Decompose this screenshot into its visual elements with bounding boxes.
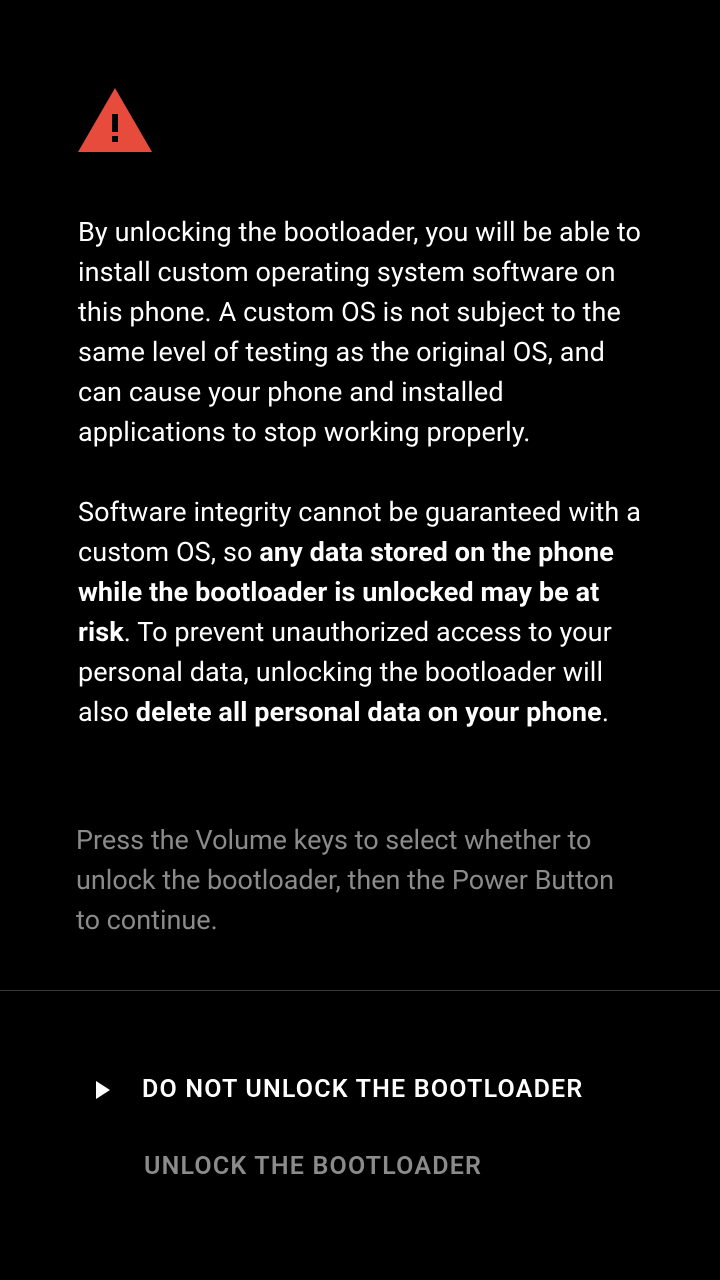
option-unlock-label: UNLOCK THE BOOTLOADER <box>144 1152 482 1181</box>
warning-paragraph-1: By unlocking the bootloader, you will be… <box>78 212 642 452</box>
warning-content: By unlocking the bootloader, you will be… <box>0 0 720 732</box>
option-do-not-unlock-label: DO NOT UNLOCK THE BOOTLOADER <box>142 1075 583 1104</box>
bootloader-unlock-screen: By unlocking the bootloader, you will be… <box>0 0 720 1280</box>
options-list: DO NOT UNLOCK THE BOOTLOADER UNLOCK THE … <box>0 991 720 1205</box>
warning-paragraph-2: Software integrity cannot be guaranteed … <box>78 492 642 732</box>
nav-instructions: Press the Volume keys to select whether … <box>0 820 720 940</box>
warning-p2-end: . <box>602 696 609 728</box>
warning-triangle-icon <box>78 88 642 156</box>
option-do-not-unlock[interactable]: DO NOT UNLOCK THE BOOTLOADER <box>0 1051 720 1128</box>
selector-arrow-icon <box>96 1081 110 1099</box>
warning-p2-bold2: delete all personal data on your phone <box>136 696 602 728</box>
option-unlock[interactable]: UNLOCK THE BOOTLOADER <box>0 1128 720 1205</box>
